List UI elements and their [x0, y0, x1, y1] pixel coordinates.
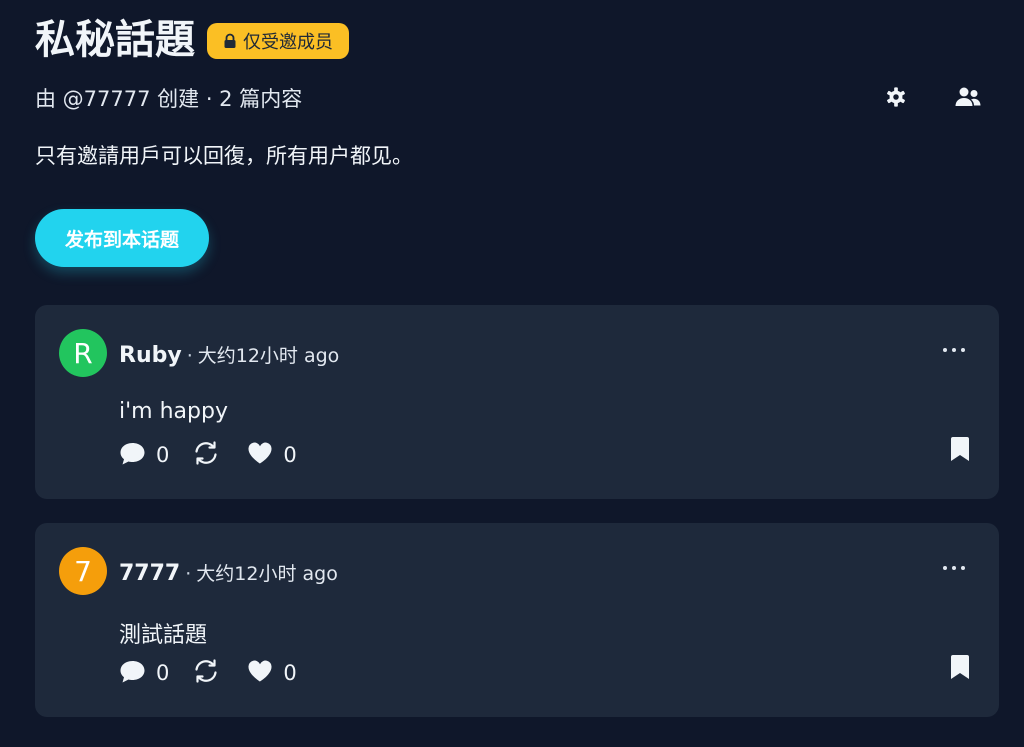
topic-meta: 由 @77777 创建 · 2 篇内容 — [35, 87, 303, 111]
comment-icon — [119, 441, 146, 470]
repost-icon — [193, 659, 219, 687]
post-to-topic-button[interactable]: 发布到本话题 — [35, 209, 209, 267]
gear-icon[interactable] — [881, 82, 911, 112]
like-button[interactable]: 0 — [247, 441, 297, 469]
comment-button[interactable]: 0 — [119, 659, 169, 688]
heart-icon — [247, 441, 273, 469]
avatar[interactable]: R — [59, 329, 107, 377]
like-count: 0 — [283, 661, 297, 685]
more-icon[interactable] — [943, 341, 965, 359]
comment-count: 0 — [156, 661, 170, 685]
repost-button[interactable] — [193, 659, 219, 687]
post-card: R Ruby · 大约12小时 ago i'm happy 0 0 — [35, 305, 999, 499]
post-actions: 0 0 — [119, 441, 297, 469]
comment-button[interactable]: 0 — [119, 441, 169, 470]
post-card: 7 7777 · 大约12小时 ago 測試話題 0 0 — [35, 523, 999, 717]
like-count: 0 — [283, 443, 297, 467]
post-content: i'm happy — [119, 399, 228, 424]
separator: · — [185, 563, 192, 585]
heart-icon — [247, 659, 273, 687]
topic-page: 私秘話題 仅受邀成员 由 @77777 创建 · 2 篇内容 只有邀請用戶可以回… — [0, 0, 1024, 747]
lock-icon — [223, 33, 237, 49]
post-author[interactable]: Ruby — [119, 343, 182, 368]
post-content: 測試話題 — [119, 623, 208, 648]
post-time: 大约12小时 ago — [196, 563, 338, 585]
badge-label: 仅受邀成员 — [243, 32, 333, 53]
post-header: Ruby · 大约12小时 ago — [119, 341, 339, 368]
comment-icon — [119, 659, 146, 688]
bookmark-icon[interactable] — [949, 654, 971, 680]
post-header: 7777 · 大约12小时 ago — [119, 559, 338, 586]
users-icon[interactable] — [953, 82, 983, 112]
private-badge: 仅受邀成员 — [207, 23, 349, 59]
bookmark-icon[interactable] — [949, 436, 971, 462]
page-title: 私秘話題 — [35, 17, 195, 63]
more-icon[interactable] — [943, 559, 965, 577]
post-author[interactable]: 7777 — [119, 561, 180, 586]
topic-description: 只有邀請用戶可以回復，所有用户都见。 — [35, 144, 413, 168]
like-button[interactable]: 0 — [247, 659, 297, 687]
repost-icon — [193, 441, 219, 469]
repost-button[interactable] — [193, 441, 219, 469]
separator: · — [186, 345, 193, 367]
title-row: 私秘話題 仅受邀成员 — [35, 10, 349, 70]
post-time: 大约12小时 ago — [197, 345, 340, 367]
comment-count: 0 — [156, 443, 170, 467]
post-actions: 0 0 — [119, 659, 297, 687]
avatar[interactable]: 7 — [59, 547, 107, 595]
